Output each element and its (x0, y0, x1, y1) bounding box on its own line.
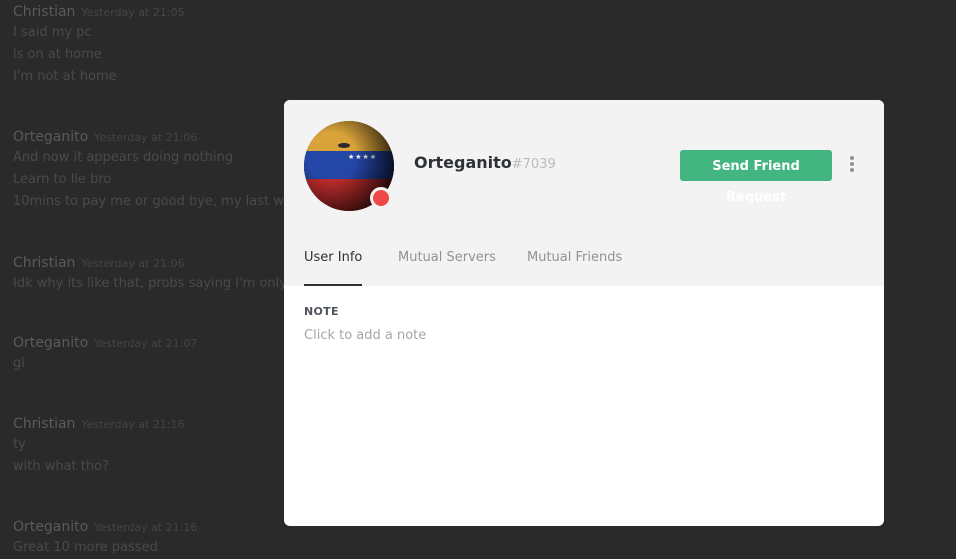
profile-header: ★★★★ Orteganito#7039 Send Friend Request… (284, 100, 884, 286)
message-text: 10mins to pay me or good bye, my last wo… (13, 194, 306, 209)
note-label: NOTE (304, 305, 339, 318)
message-text: ty (13, 437, 26, 452)
chat-message: Christian Yesterday at 21:16 ty with what… (13, 412, 185, 478)
tab-user-info[interactable]: User Info (304, 240, 363, 286)
message-timestamp: Yesterday at 21:07 (94, 337, 198, 350)
message-author[interactable]: Orteganito (13, 519, 88, 535)
chat-message: Christian Yesterday at 21:05 I said my pc… (13, 0, 185, 88)
message-text: I'm not at home (13, 69, 117, 84)
message-text: I said my pc (13, 25, 92, 40)
message-author[interactable]: Orteganito (13, 335, 88, 351)
vertical-ellipsis-icon[interactable] (847, 156, 857, 174)
chat-message: Orteganito Yesterday at 21:16 Great 10 mo… (13, 515, 197, 559)
message-text: Idk why its like that, probs saying I'm … (13, 276, 300, 291)
username-text: Orteganito (414, 153, 512, 172)
message-text: with what tho? (13, 459, 109, 474)
status-dnd-icon (370, 187, 392, 209)
message-text: is on at home (13, 47, 102, 62)
note-input[interactable]: Click to add a note (304, 326, 864, 346)
message-text: Learn to lie bro (13, 172, 112, 187)
message-author[interactable]: Christian (13, 255, 75, 271)
message-timestamp: Yesterday at 21:16 (81, 418, 185, 431)
discriminator: #7039 (511, 157, 556, 172)
message-text: Great 10 more passed (13, 540, 158, 555)
chat-message: Christian Yesterday at 21:06 Idk why its … (13, 251, 299, 295)
chat-message: Orteganito Yesterday at 21:07 gl (13, 331, 197, 375)
message-author[interactable]: Christian (13, 4, 75, 20)
tab-mutual-servers[interactable]: Mutual Servers (398, 240, 496, 284)
message-timestamp: Yesterday at 21:05 (81, 6, 185, 19)
message-timestamp: Yesterday at 21:06 (81, 257, 185, 270)
message-timestamp: Yesterday at 21:06 (94, 131, 198, 144)
message-text: And now it appears doing nothing (13, 150, 234, 165)
send-friend-request-button[interactable]: Send Friend Request (680, 150, 832, 205)
chat-message: Orteganito Yesterday at 21:06 And now it … (13, 125, 305, 213)
message-timestamp: Yesterday at 21:16 (94, 521, 198, 534)
message-author[interactable]: Orteganito (13, 129, 88, 145)
message-author[interactable]: Christian (13, 416, 75, 432)
profile-username: Orteganito#7039 (414, 153, 556, 172)
tab-mutual-friends[interactable]: Mutual Friends (527, 240, 622, 284)
user-profile-modal: ★★★★ Orteganito#7039 Send Friend Request… (284, 100, 884, 526)
message-text: gl (13, 356, 25, 371)
